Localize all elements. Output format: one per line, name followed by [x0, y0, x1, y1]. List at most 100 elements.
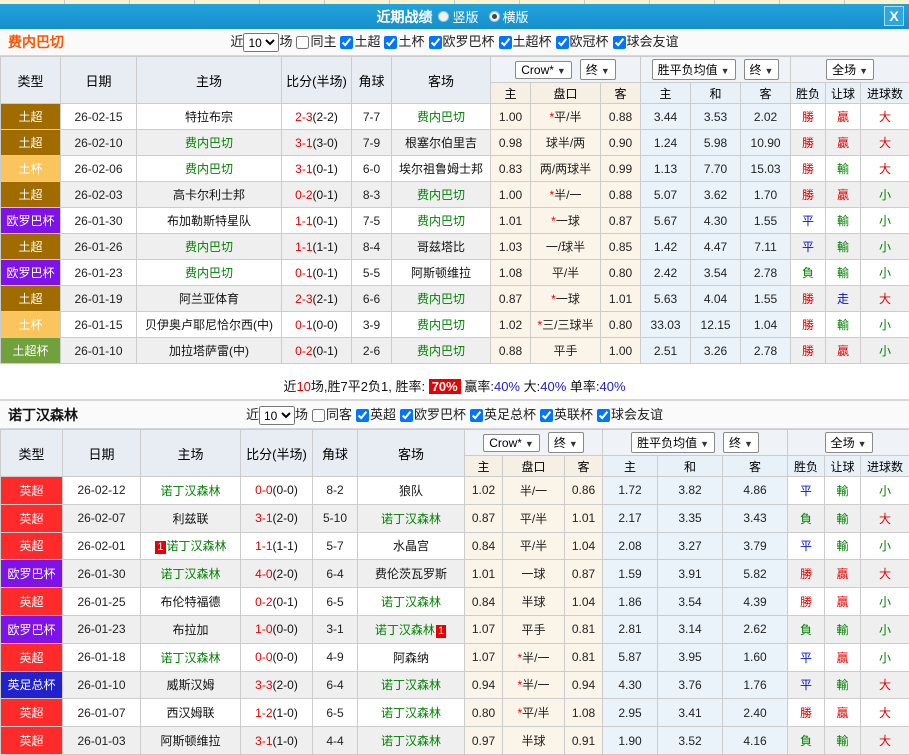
final-average-dropdown[interactable]: 终 ▼ [743, 59, 780, 80]
home-team-name[interactable]: 费内巴切 [185, 240, 233, 254]
away-team-name[interactable]: 费伦茨瓦罗斯 [375, 567, 447, 581]
sub-column-header: 主 [602, 455, 659, 477]
home-team-name[interactable]: 诺丁汉森林 [160, 567, 220, 581]
goals-result-cell: 小 [860, 311, 909, 338]
horizontal-layout-radio[interactable] [488, 11, 500, 22]
home-team-name[interactable]: 利兹联 [172, 512, 208, 526]
away-team-name[interactable]: 根塞尔伯里吉 [405, 136, 477, 150]
home-team-name[interactable]: 高卡尔利士邦 [173, 188, 245, 202]
match-date: 26-01-23 [60, 259, 137, 286]
league-filter-label[interactable]: 欧罗巴杯 [443, 34, 495, 49]
match-count-select[interactable]: 10 [243, 33, 280, 53]
corner-count: 7-5 [351, 207, 392, 234]
wdl-average-dropdown[interactable]: 胜平负均值 ▼ [631, 432, 716, 453]
away-team-name[interactable]: 哥兹塔比 [417, 240, 465, 254]
corner-count: 5-5 [351, 259, 392, 286]
away-team-name[interactable]: 费内巴切 [417, 344, 465, 358]
league-filter-label[interactable]: 英联杯 [554, 407, 593, 422]
away-team-name[interactable]: 诺丁汉森林 [381, 678, 441, 692]
league-filter-label[interactable]: 土杯 [398, 34, 424, 49]
full-match-dropdown[interactable]: 全场 ▼ [824, 432, 873, 453]
home-team-name[interactable]: 阿兰亚体育 [179, 292, 239, 306]
same-venue-label[interactable]: 同客 [326, 407, 352, 422]
away-team-name[interactable]: 费内巴切 [417, 110, 465, 124]
home-team-name[interactable]: 加拉塔萨雷(中) [169, 344, 249, 358]
league-filter-checkbox[interactable] [540, 409, 554, 423]
match-count-select[interactable]: 10 [258, 406, 295, 426]
avg-draw-odds: 5.98 [690, 129, 742, 156]
home-team-name[interactable]: 布加勒斯特星队 [167, 214, 251, 228]
away-team-name[interactable]: 费内巴切 [417, 188, 465, 202]
handicap-cell: 平/半 [530, 259, 601, 286]
league-filter-label[interactable]: 英超 [370, 407, 396, 422]
home-team-name[interactable]: 威斯汉姆 [166, 678, 214, 692]
away-team-name[interactable]: 埃尔祖鲁姆士邦 [399, 162, 483, 176]
vertical-layout-radio[interactable] [438, 11, 450, 22]
league-filter-checkbox[interactable] [597, 409, 611, 423]
home-team-name[interactable]: 费内巴切 [185, 136, 233, 150]
league-filter-checkbox[interactable] [612, 36, 626, 50]
away-team-name[interactable]: 狼队 [399, 484, 423, 498]
league-filter-checkbox[interactable] [498, 36, 512, 50]
league-filter-label[interactable]: 土超杯 [513, 34, 552, 49]
sub-column-header: 客 [599, 82, 642, 104]
league-filter-checkbox[interactable] [384, 36, 398, 50]
away-team-name[interactable]: 阿森纳 [393, 651, 429, 665]
horizontal-layout-label[interactable]: 横版 [503, 7, 529, 26]
league-filter-checkbox[interactable] [555, 36, 569, 50]
away-team-name[interactable]: 水晶宫 [393, 539, 429, 553]
league-filter-label[interactable]: 英足总杯 [484, 407, 536, 422]
final-odds-dropdown[interactable]: 终 ▼ [547, 432, 584, 453]
popup-title: 近期战绩 [376, 8, 433, 25]
close-icon[interactable]: X [884, 6, 904, 26]
goals-result-cell: 小 [860, 259, 909, 286]
home-team-name[interactable]: 特拉布宗 [185, 110, 233, 124]
league-filter-label[interactable]: 土超 [354, 34, 380, 49]
home-team-name[interactable]: 西汉姆联 [166, 706, 214, 720]
league-filter-checkbox[interactable] [470, 409, 484, 423]
away-team-name[interactable]: 诺丁汉森林 [381, 734, 441, 748]
league-filter-label[interactable]: 欧冠杯 [570, 34, 609, 49]
away-team-name[interactable]: 诺丁汉森林 [381, 512, 441, 526]
away-team-name[interactable]: 诺丁汉森林 [375, 623, 435, 637]
odds-company-dropdown[interactable]: Crow* ▼ [515, 61, 572, 79]
sub-column-header: 主 [464, 455, 503, 477]
odds-company-dropdown[interactable]: Crow* ▼ [483, 434, 540, 452]
league-filter-checkbox[interactable] [428, 36, 442, 50]
league-filter-checkbox[interactable] [400, 409, 413, 423]
same-venue-checkbox[interactable] [311, 409, 325, 423]
home-team-name[interactable]: 诺丁汉森林 [167, 539, 227, 553]
league-filter-checkbox[interactable] [355, 409, 369, 423]
same-venue-checkbox[interactable] [296, 36, 310, 50]
away-team-name[interactable]: 费内巴切 [417, 214, 465, 228]
home-team-name[interactable]: 贝伊奥卢耶尼恰尔西(中) [145, 318, 273, 332]
home-team-name[interactable]: 费内巴切 [185, 162, 233, 176]
league-filter-label[interactable]: 球会友谊 [611, 407, 663, 422]
vertical-layout-label[interactable]: 竖版 [452, 7, 478, 26]
home-team-name[interactable]: 费内巴切 [185, 266, 233, 280]
away-team-name[interactable]: 阿斯顿维拉 [411, 266, 471, 280]
home-team-name[interactable]: 布拉加 [172, 623, 208, 637]
league-filter-checkbox[interactable] [340, 36, 354, 50]
league-filter-label[interactable]: 欧罗巴杯 [414, 407, 466, 422]
home-team-name[interactable]: 诺丁汉森林 [160, 651, 220, 665]
full-match-dropdown[interactable]: 全场 ▼ [826, 59, 875, 80]
result-cell: 勝 [787, 587, 826, 616]
result-cell: 勝 [790, 155, 827, 182]
home-team-name[interactable]: 阿斯顿维拉 [160, 734, 220, 748]
home-team-name[interactable]: 诺丁汉森林 [160, 484, 220, 498]
away-team-name[interactable]: 诺丁汉森林 [381, 595, 441, 609]
league-filter-label[interactable]: 球会友谊 [627, 34, 679, 49]
final-average-dropdown[interactable]: 终 ▼ [723, 432, 759, 453]
away-team-name[interactable]: 费内巴切 [417, 318, 465, 332]
same-venue-label[interactable]: 同主 [310, 34, 336, 49]
away-team-name[interactable]: 费内巴切 [417, 292, 465, 306]
final-odds-dropdown[interactable]: 终 ▼ [579, 59, 616, 80]
handicap-result-cell: 走 [825, 285, 862, 312]
away-team-name[interactable]: 诺丁汉森林 [381, 706, 441, 720]
header-row-main: 类型 日期 主场 比分(半场) 角球 客场 Crow* ▼ 终 ▼ 胜平负均值 ▼ 终 ▼ 全场 ▼ [0, 429, 909, 477]
home-team-name[interactable]: 布伦特福德 [160, 595, 220, 609]
sub-column-header: 主 [490, 82, 531, 104]
avg-home-odds: 1.42 [640, 233, 692, 260]
wdl-average-dropdown[interactable]: 胜平负均值 ▼ [651, 59, 736, 80]
